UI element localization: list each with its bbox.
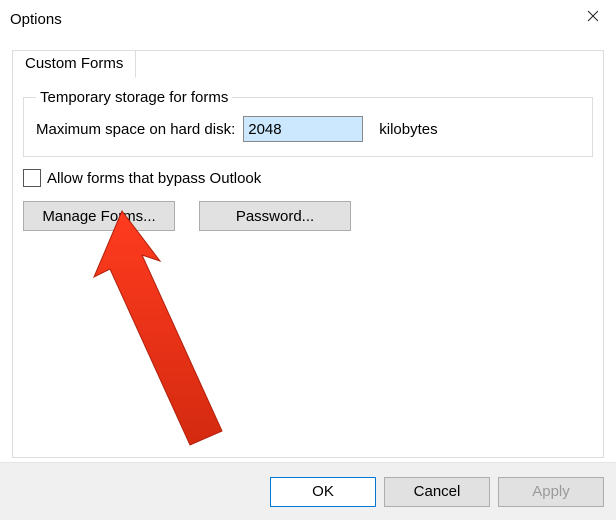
group-legend: Temporary storage for forms xyxy=(36,89,232,106)
dialog-footer: OK Cancel Apply xyxy=(0,462,616,520)
maxspace-input[interactable] xyxy=(243,116,363,142)
ok-button[interactable]: OK xyxy=(270,477,376,507)
tab-strip: Custom Forms xyxy=(12,50,136,80)
form-buttons-row: Manage Forms... Password... xyxy=(23,201,593,231)
options-dialog: Options Custom Forms Temporary storage f… xyxy=(0,0,616,520)
maxspace-row: Maximum space on hard disk: kilobytes xyxy=(36,116,580,142)
cancel-button[interactable]: Cancel xyxy=(384,477,490,507)
maxspace-units: kilobytes xyxy=(379,121,437,138)
apply-button[interactable]: Apply xyxy=(498,477,604,507)
title-bar: Options xyxy=(0,0,616,38)
close-icon xyxy=(587,10,599,22)
password-button[interactable]: Password... xyxy=(199,201,351,231)
manage-forms-button[interactable]: Manage Forms... xyxy=(23,201,175,231)
close-button[interactable] xyxy=(570,0,616,32)
tab-custom-forms[interactable]: Custom Forms xyxy=(12,50,136,78)
group-temp-storage: Temporary storage for forms Maximum spac… xyxy=(23,89,593,157)
client-area: Custom Forms Temporary storage for forms… xyxy=(12,50,604,458)
bypass-label: Allow forms that bypass Outlook xyxy=(47,170,261,187)
bypass-checkbox[interactable] xyxy=(23,169,41,187)
bypass-row[interactable]: Allow forms that bypass Outlook xyxy=(23,169,593,187)
maxspace-label: Maximum space on hard disk: xyxy=(36,121,235,138)
tab-panel-custom-forms: Temporary storage for forms Maximum spac… xyxy=(23,89,593,231)
window-title: Options xyxy=(10,11,570,28)
